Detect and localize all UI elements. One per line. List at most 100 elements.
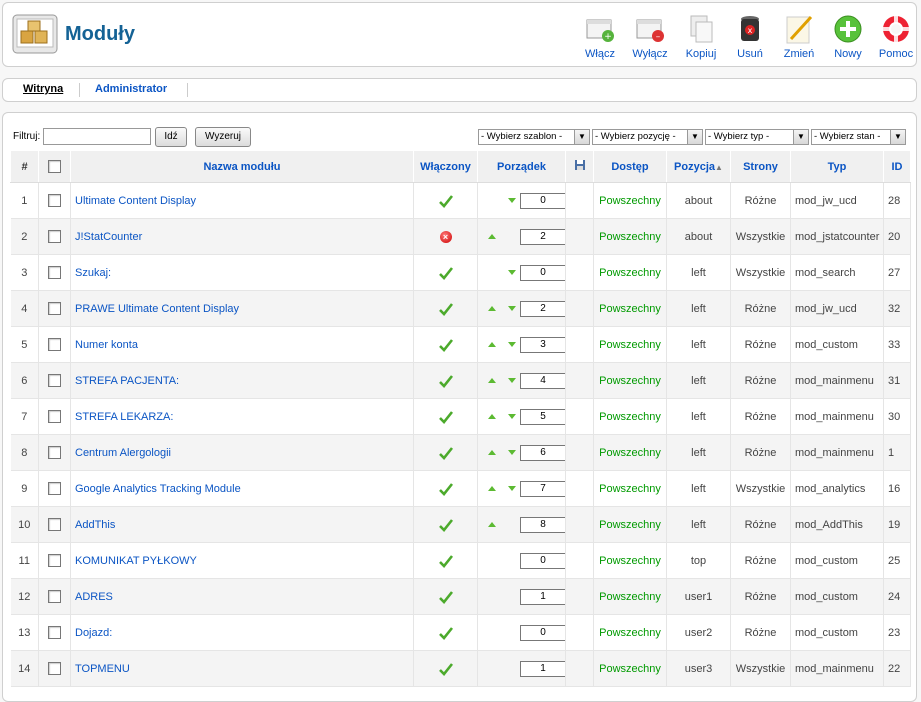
access-level[interactable]: Powszechny xyxy=(593,362,667,399)
access-level[interactable]: Powszechny xyxy=(593,650,667,687)
access-level[interactable]: Powszechny xyxy=(593,182,667,219)
order-input[interactable]: 6 xyxy=(520,444,565,461)
order-input[interactable]: 4 xyxy=(520,372,565,389)
move-up-icon[interactable] xyxy=(488,486,496,491)
access-level[interactable]: Powszechny xyxy=(593,398,667,435)
access-level[interactable]: Powszechny xyxy=(593,542,667,579)
row-checkbox[interactable] xyxy=(48,266,61,279)
help-button[interactable]: Pomoc xyxy=(871,13,921,63)
move-up-icon[interactable] xyxy=(488,450,496,455)
module-name-link[interactable]: Dojazd: xyxy=(75,627,112,639)
row-checkbox[interactable] xyxy=(48,518,61,531)
disable-button[interactable]: – Wyłącz xyxy=(625,13,675,63)
col-order[interactable]: Porządek xyxy=(477,150,566,183)
enabled-check-icon[interactable] xyxy=(438,662,454,676)
move-up-icon[interactable] xyxy=(488,414,496,419)
move-up-icon[interactable] xyxy=(488,522,496,527)
module-name-link[interactable]: STREFA PACJENTA: xyxy=(75,375,179,387)
row-checkbox[interactable] xyxy=(48,410,61,423)
tab-site[interactable]: Witryna xyxy=(23,83,63,95)
col-type[interactable]: Typ xyxy=(790,150,884,183)
module-name-link[interactable]: STREFA LEKARZA: xyxy=(75,411,173,423)
position-select[interactable]: - Wybierz pozycję - ▼ xyxy=(592,129,703,145)
move-up-icon[interactable] xyxy=(488,234,496,239)
access-level[interactable]: Powszechny xyxy=(593,506,667,543)
module-name-link[interactable]: AddThis xyxy=(75,519,115,531)
row-checkbox[interactable] xyxy=(48,230,61,243)
module-name-link[interactable]: TOPMENU xyxy=(75,663,130,675)
access-level[interactable]: Powszechny xyxy=(593,614,667,651)
col-enabled[interactable]: Włączony xyxy=(413,150,478,183)
reset-button[interactable]: Wyzeruj xyxy=(195,127,251,147)
copy-button[interactable]: Kopiuj xyxy=(676,13,726,63)
filter-input[interactable] xyxy=(43,128,151,145)
module-name-link[interactable]: ADRES xyxy=(75,591,113,603)
enabled-check-icon[interactable] xyxy=(438,194,454,208)
enabled-check-icon[interactable] xyxy=(438,590,454,604)
enabled-check-icon[interactable] xyxy=(438,374,454,388)
move-down-icon[interactable] xyxy=(508,270,516,275)
move-up-icon[interactable] xyxy=(488,342,496,347)
move-down-icon[interactable] xyxy=(508,378,516,383)
move-down-icon[interactable] xyxy=(508,306,516,311)
module-name-link[interactable]: Centrum Alergologii xyxy=(75,447,171,459)
enabled-check-icon[interactable] xyxy=(438,446,454,460)
module-name-link[interactable]: Ultimate Content Display xyxy=(75,195,196,207)
enabled-check-icon[interactable] xyxy=(438,626,454,640)
save-order-icon[interactable] xyxy=(574,159,586,171)
module-name-link[interactable]: KOMUNIKAT PYŁKOWY xyxy=(75,555,197,567)
col-position[interactable]: Pozycja▲ xyxy=(666,150,731,183)
tab-administrator[interactable]: Administrator xyxy=(95,83,167,95)
move-up-icon[interactable] xyxy=(488,378,496,383)
order-input[interactable]: 3 xyxy=(520,336,565,353)
row-checkbox[interactable] xyxy=(48,662,61,675)
order-input[interactable]: 8 xyxy=(520,516,565,533)
access-level[interactable]: Powszechny xyxy=(593,434,667,471)
order-input[interactable]: 5 xyxy=(520,408,565,425)
row-checkbox[interactable] xyxy=(48,554,61,567)
module-name-link[interactable]: Google Analytics Tracking Module xyxy=(75,483,241,495)
order-input[interactable]: 0 xyxy=(520,552,565,569)
enabled-check-icon[interactable] xyxy=(438,410,454,424)
order-input[interactable]: 1 xyxy=(520,588,565,605)
move-down-icon[interactable] xyxy=(508,198,516,203)
state-select[interactable]: - Wybierz stan - ▼ xyxy=(811,129,906,145)
row-checkbox[interactable] xyxy=(48,338,61,351)
enabled-check-icon[interactable] xyxy=(438,266,454,280)
new-button[interactable]: Nowy xyxy=(823,13,873,63)
enabled-check-icon[interactable] xyxy=(438,482,454,496)
order-input[interactable]: 2 xyxy=(520,228,565,245)
module-name-link[interactable]: Szukaj: xyxy=(75,267,111,279)
row-checkbox[interactable] xyxy=(48,482,61,495)
order-input[interactable]: 1 xyxy=(520,660,565,677)
order-input[interactable]: 0 xyxy=(520,192,565,209)
row-checkbox[interactable] xyxy=(48,626,61,639)
order-input[interactable]: 0 xyxy=(520,624,565,641)
edit-button[interactable]: Zmień xyxy=(774,13,824,63)
col-pages[interactable]: Strony xyxy=(730,150,791,183)
row-checkbox[interactable] xyxy=(48,302,61,315)
row-checkbox[interactable] xyxy=(48,194,61,207)
access-level[interactable]: Powszechny xyxy=(593,470,667,507)
select-all-checkbox[interactable] xyxy=(48,160,61,173)
type-select[interactable]: - Wybierz typ - ▼ xyxy=(705,129,809,145)
access-level[interactable]: Powszechny xyxy=(593,254,667,291)
enabled-check-icon[interactable] xyxy=(438,518,454,532)
disabled-x-icon[interactable]: × xyxy=(439,230,452,243)
enabled-check-icon[interactable] xyxy=(438,302,454,316)
template-select[interactable]: - Wybierz szablon - ▼ xyxy=(478,129,590,145)
col-name[interactable]: Nazwa modułu xyxy=(70,150,414,183)
move-down-icon[interactable] xyxy=(508,414,516,419)
col-id[interactable]: ID xyxy=(883,150,911,183)
module-name-link[interactable]: PRAWE Ultimate Content Display xyxy=(75,303,239,315)
move-down-icon[interactable] xyxy=(508,342,516,347)
access-level[interactable]: Powszechny xyxy=(593,218,667,255)
move-down-icon[interactable] xyxy=(508,486,516,491)
order-input[interactable]: 2 xyxy=(520,300,565,317)
module-name-link[interactable]: Numer konta xyxy=(75,339,138,351)
move-up-icon[interactable] xyxy=(488,306,496,311)
go-button[interactable]: Idź xyxy=(155,127,187,147)
order-input[interactable]: 7 xyxy=(520,480,565,497)
access-level[interactable]: Powszechny xyxy=(593,290,667,327)
access-level[interactable]: Powszechny xyxy=(593,326,667,363)
